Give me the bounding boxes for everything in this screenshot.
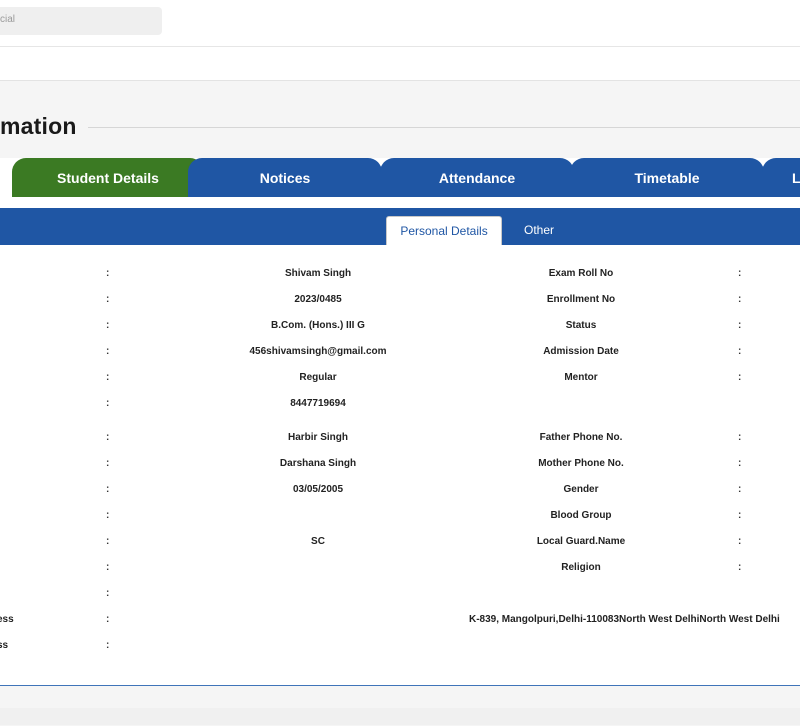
field-label: ess — [0, 614, 14, 625]
field-label-secondary: Religion — [561, 562, 601, 573]
title-rule — [88, 127, 800, 128]
field-label: ss — [0, 640, 9, 651]
field-value: 2023/0485 — [294, 294, 342, 305]
field-colon-secondary: : — [738, 346, 742, 357]
field-label-secondary: Admission Date — [543, 346, 619, 357]
search-input[interactable]: cial — [0, 7, 162, 35]
footer-band — [0, 708, 800, 725]
field-colon: : — [106, 294, 110, 305]
field-label-secondary: Mother Phone No. — [538, 458, 624, 469]
detail-row: : Darshana Singh Mother Phone No.: — [0, 458, 800, 476]
field-colon-secondary: : — [738, 294, 742, 305]
detail-row: : 03/05/2005 Gender: — [0, 484, 800, 502]
field-colon: : — [106, 562, 110, 573]
field-colon: : — [106, 484, 110, 495]
field-value: 03/05/2005 — [292, 484, 344, 495]
field-label-secondary: Blood Group — [550, 510, 612, 521]
field-value: Darshana Singh — [279, 458, 357, 469]
subtab-personal-details[interactable]: Personal Details — [386, 216, 502, 245]
field-colon: : — [106, 614, 110, 625]
detail-row: : Shivam Singh Exam Roll No: — [0, 268, 800, 286]
field-label-secondary: Mentor — [564, 372, 598, 383]
field-label-secondary: Local Guard.Name — [536, 536, 626, 547]
field-value: Shivam Singh — [284, 268, 352, 279]
tab-attendance[interactable]: Attendance — [380, 158, 574, 198]
field-colon: : — [106, 398, 110, 409]
detail-row: : 2023/0485 Enrollment No: — [0, 294, 800, 312]
section-title: mation — [0, 113, 77, 139]
field-value: K-839, Mangolpuri,Delhi-110083North West… — [469, 614, 780, 625]
field-colon-secondary: : — [738, 320, 742, 331]
field-colon-secondary: : — [738, 536, 742, 547]
field-colon: : — [106, 346, 110, 357]
field-colon: : — [106, 372, 110, 383]
detail-row: ess: K-839, Mangolpuri,Delhi-110083North … — [0, 614, 800, 632]
detail-row: : Religion: — [0, 562, 800, 580]
top-divider — [0, 46, 800, 47]
field-colon: : — [106, 510, 110, 521]
field-colon-secondary: : — [738, 432, 742, 443]
field-label-secondary: Exam Roll No — [548, 268, 614, 279]
field-label-secondary: Father Phone No. — [539, 432, 623, 443]
field-value: 8447719694 — [290, 398, 346, 409]
field-colon-secondary: : — [738, 372, 742, 383]
detail-row: ss: — [0, 640, 800, 658]
field-colon: : — [106, 320, 110, 331]
field-colon-secondary: : — [738, 458, 742, 469]
field-label-secondary: Enrollment No — [546, 294, 616, 305]
detail-row: : SC Local Guard.Name: — [0, 536, 800, 554]
field-colon: : — [106, 640, 110, 651]
field-colon-secondary: : — [738, 510, 742, 521]
field-colon: : — [106, 458, 110, 469]
detail-row: : — [0, 588, 800, 606]
field-colon: : — [106, 432, 110, 443]
field-colon: : — [106, 588, 110, 599]
field-colon-secondary: : — [738, 562, 742, 573]
detail-row: : Regular Mentor: — [0, 372, 800, 390]
tab-notices[interactable]: Notices — [188, 158, 382, 198]
field-label-secondary: Gender — [563, 484, 599, 495]
field-value: Harbir Singh — [287, 432, 349, 443]
field-value: B.Com. (Hons.) III G — [271, 320, 365, 331]
field-value: SC — [311, 536, 325, 547]
field-label-secondary: Status — [565, 320, 597, 331]
detail-row: : 8447719694 — [0, 398, 800, 416]
detail-row: : Blood Group: — [0, 510, 800, 528]
field-value: Regular — [299, 372, 337, 383]
detail-row: : 456shivamsingh@gmail.com Admission Date: — [0, 346, 800, 364]
detail-row: : B.Com. (Hons.) III G Status: — [0, 320, 800, 338]
tab-more[interactable]: L — [762, 158, 800, 198]
tab-student-details[interactable]: Student Details — [12, 158, 204, 198]
field-colon-secondary: : — [738, 484, 742, 495]
detail-row: : Harbir Singh Father Phone No.: — [0, 432, 800, 450]
tab-separator — [0, 197, 800, 208]
subtab-other[interactable]: Other — [508, 216, 570, 245]
field-value: 456shivamsingh@gmail.com — [249, 346, 387, 357]
field-colon: : — [106, 536, 110, 547]
field-colon: : — [106, 268, 110, 279]
field-colon-secondary: : — [738, 268, 742, 279]
tab-timetable[interactable]: Timetable — [570, 158, 764, 198]
